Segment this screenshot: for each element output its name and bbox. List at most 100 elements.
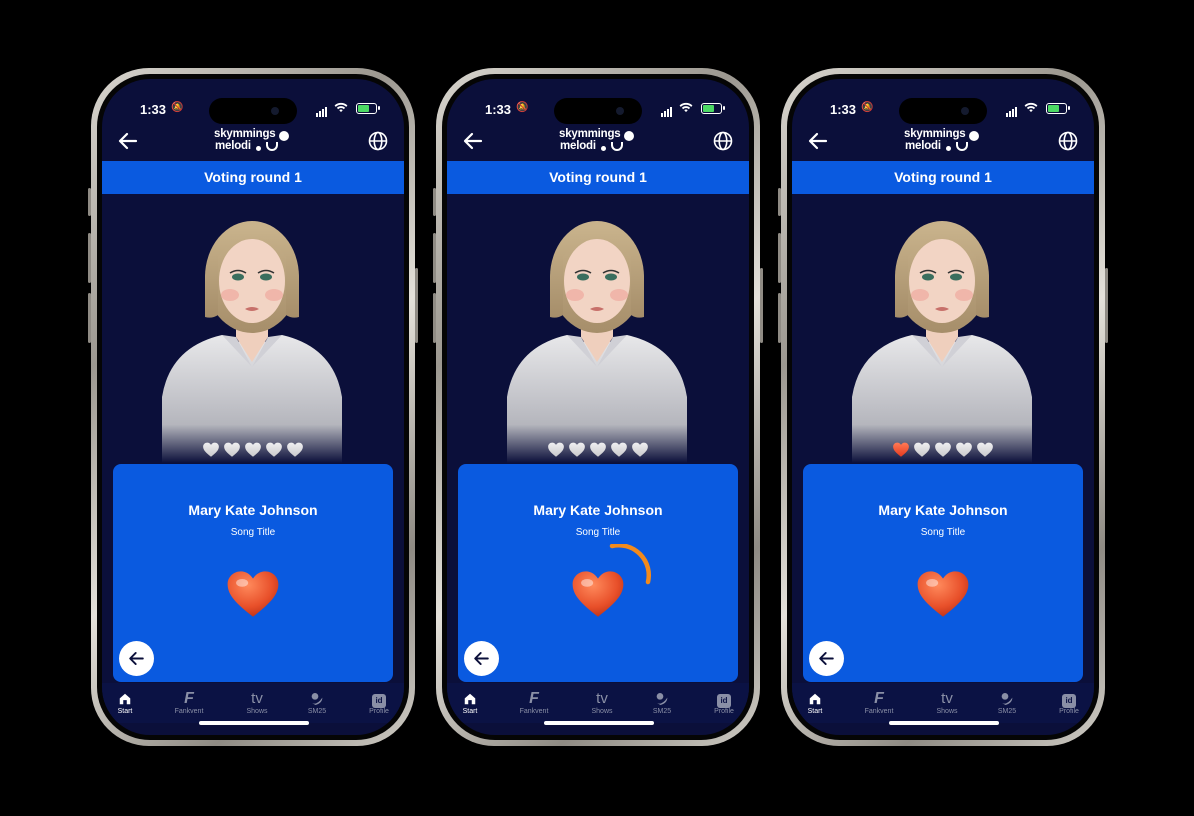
status-time: 1:33 [140, 102, 167, 117]
tab-profile[interactable]: id Profile [354, 689, 404, 715]
silent-bell-icon: 🔕 [861, 102, 874, 113]
id-icon: id [699, 689, 749, 708]
tab-start[interactable]: Start [102, 689, 150, 715]
rating-heart-icon [632, 442, 648, 457]
rating-heart-icon [569, 442, 585, 457]
rating-heart-icon [245, 442, 261, 457]
status-time: 1:33 [485, 102, 512, 117]
artist-avatar-image [162, 221, 342, 463]
back-arrow-icon[interactable] [116, 129, 140, 153]
fankvent-f-icon: F [874, 690, 884, 707]
song-title: Song Title [230, 527, 276, 538]
rating-heart-icon [956, 442, 972, 457]
fankvent-f-icon: F [184, 690, 194, 707]
status-time: 1:33 [830, 102, 857, 117]
app-screen: 1:33 🔕 skymmings melodi Voting round 1 M… [447, 79, 749, 735]
voting-round-banner: Voting round 1 [102, 161, 404, 194]
tab-label: Fankvent [519, 708, 549, 715]
back-arrow-icon[interactable] [806, 129, 830, 153]
vote-heart-button[interactable] [223, 566, 283, 624]
globe-icon[interactable] [366, 129, 390, 153]
rating-hearts [792, 441, 1094, 459]
rating-heart-icon [977, 442, 993, 457]
artist-name: Mary Kate Johnson [188, 502, 318, 518]
tab-label: Fankvent [864, 708, 894, 715]
bottom-tab-bar: Start F Fankvent tv Shows SM25 id Profil… [792, 683, 1094, 723]
voting-round-banner: Voting round 1 [447, 161, 749, 194]
sm25-icon [982, 689, 1032, 707]
tab-profile[interactable]: id Profile [699, 689, 749, 715]
phone-frame: 1:33 🔕 skymmings melodi Voting round 1 M… [778, 68, 1108, 746]
tab-fankvent[interactable]: F Fankvent [509, 689, 559, 715]
back-arrow-icon[interactable] [461, 129, 485, 153]
tab-fankvent[interactable]: F Fankvent [854, 689, 904, 715]
app-screen: 1:33 🔕 skymmings melodi Voting round 1 M… [102, 79, 404, 735]
loading-spinner-icon [609, 544, 651, 585]
artist-avatar-image [852, 221, 1032, 463]
tab-shows[interactable]: tv Shows [922, 689, 972, 715]
globe-icon[interactable] [711, 129, 735, 153]
phone-frame: 1:33 🔕 skymmings melodi Voting round 1 M… [433, 68, 763, 746]
home-indicator [199, 721, 309, 725]
tab-label: Start [807, 708, 823, 715]
arrow-left-icon [474, 652, 489, 665]
home-icon [102, 689, 150, 707]
tab-sm25[interactable]: SM25 [637, 689, 687, 715]
arrow-left-icon [129, 652, 144, 665]
sm25-icon [637, 689, 687, 707]
tab-sm25[interactable]: SM25 [982, 689, 1032, 715]
tab-label: SM25 [307, 708, 327, 715]
tv-icon: tv [941, 690, 953, 707]
tab-label: Shows [936, 708, 958, 715]
globe-icon[interactable] [1056, 129, 1080, 153]
bottom-tab-bar: Start F Fankvent tv Shows SM25 id Profil… [447, 683, 749, 723]
rating-heart-icon [893, 442, 909, 457]
voting-round-banner: Voting round 1 [792, 161, 1094, 194]
tab-label: Shows [246, 708, 268, 715]
tab-label: Profile [1059, 708, 1079, 715]
tab-label: Shows [591, 708, 613, 715]
tab-shows[interactable]: tv Shows [577, 689, 627, 715]
tab-start[interactable]: Start [447, 689, 495, 715]
home-indicator [889, 721, 999, 725]
artist-avatar-image [507, 221, 687, 463]
tab-profile[interactable]: id Profile [1044, 689, 1094, 715]
tab-fankvent[interactable]: F Fankvent [164, 689, 214, 715]
previous-button[interactable] [119, 641, 154, 676]
id-icon: id [1044, 689, 1094, 708]
tab-shows[interactable]: tv Shows [232, 689, 282, 715]
tab-start[interactable]: Start [792, 689, 840, 715]
skymmings-melodi-logo: skymmings melodi [214, 128, 294, 155]
battery-icon [701, 103, 725, 114]
rating-heart-icon [203, 442, 219, 457]
fankvent-f-icon: F [529, 690, 539, 707]
tab-sm25[interactable]: SM25 [292, 689, 342, 715]
vote-card: Mary Kate Johnson Song Title [113, 464, 393, 682]
previous-button[interactable] [809, 641, 844, 676]
tab-label: Profile [714, 708, 734, 715]
tv-icon: tv [251, 690, 263, 707]
skymmings-melodi-logo: skymmings melodi [559, 128, 639, 155]
vote-card: Mary Kate Johnson Song Title [458, 464, 738, 682]
battery-icon [356, 103, 380, 114]
status-bar: 1:33 🔕 [792, 97, 1094, 124]
id-icon: id [354, 689, 404, 708]
vote-heart-button[interactable] [913, 566, 973, 624]
rating-heart-icon [935, 442, 951, 457]
song-title: Song Title [575, 527, 621, 538]
rating-heart-icon [287, 442, 303, 457]
silent-bell-icon: 🔕 [171, 102, 184, 113]
tab-label: Fankvent [174, 708, 204, 715]
home-icon [447, 689, 495, 707]
artist-name: Mary Kate Johnson [533, 502, 663, 518]
tv-icon: tv [596, 690, 608, 707]
app-header: skymmings melodi [447, 123, 749, 161]
rating-hearts [102, 441, 404, 459]
dynamic-island [554, 98, 642, 124]
previous-button[interactable] [464, 641, 499, 676]
app-screen: 1:33 🔕 skymmings melodi Voting round 1 M… [792, 79, 1094, 735]
home-indicator [544, 721, 654, 725]
skymmings-melodi-logo: skymmings melodi [904, 128, 984, 155]
artist-name: Mary Kate Johnson [878, 502, 1008, 518]
home-icon [792, 689, 840, 707]
